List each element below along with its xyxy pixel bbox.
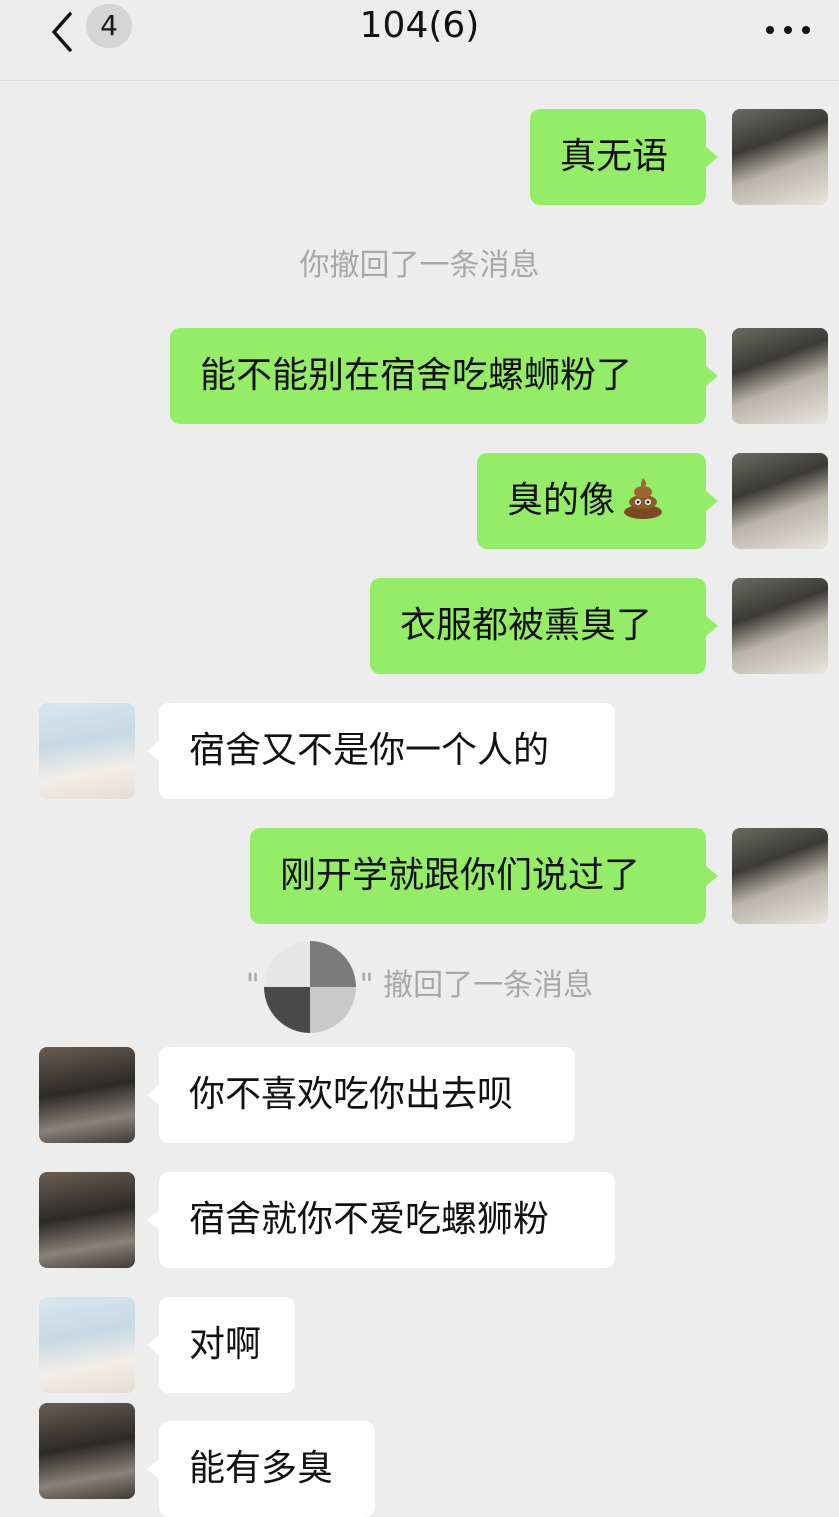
incoming-message[interactable]: 宿舍又不是你一个人的 xyxy=(147,703,615,799)
incoming-message[interactable]: 你不喜欢吃你出去呗 xyxy=(147,1047,575,1143)
outgoing-message[interactable]: 真无语 xyxy=(530,109,718,205)
contact-avatar[interactable] xyxy=(39,1403,135,1499)
chat-header: 4 104(6) xyxy=(0,0,839,81)
outgoing-message[interactable]: 衣服都被熏臭了 xyxy=(370,578,718,674)
recall-notice: 你撤回了一条消息 xyxy=(299,248,540,283)
incoming-message[interactable]: 对啊 xyxy=(147,1297,295,1393)
outgoing-message[interactable]: 能不能别在宿舍吃螺蛳粉了 xyxy=(170,328,718,424)
my-avatar[interactable] xyxy=(732,109,828,205)
blurred-name xyxy=(263,940,356,1033)
my-avatar[interactable] xyxy=(732,578,828,674)
my-avatar[interactable] xyxy=(732,453,828,549)
my-avatar[interactable] xyxy=(732,328,828,424)
outgoing-message[interactable]: 刚开学就跟你们说过了 xyxy=(250,828,718,924)
more-button[interactable] xyxy=(760,8,816,48)
incoming-message[interactable]: 宿舍就你不爱吃螺狮粉 xyxy=(147,1172,615,1268)
incoming-message[interactable]: 能有多臭 xyxy=(147,1421,375,1517)
contact-avatar[interactable] xyxy=(39,1047,135,1143)
chat-title: 104(6) xyxy=(359,5,480,46)
outgoing-message[interactable]: 臭的像 xyxy=(477,453,718,549)
message-text: 臭的像 xyxy=(507,480,616,521)
more-dots-icon xyxy=(766,26,810,34)
my-avatar[interactable] xyxy=(732,828,828,924)
contact-avatar[interactable] xyxy=(39,1297,135,1393)
poop-emoji-icon xyxy=(624,478,663,519)
recall-notice: " " 撤回了一条消息 xyxy=(0,940,839,1033)
contact-avatar[interactable] xyxy=(39,703,135,799)
contact-avatar[interactable] xyxy=(39,1172,135,1268)
